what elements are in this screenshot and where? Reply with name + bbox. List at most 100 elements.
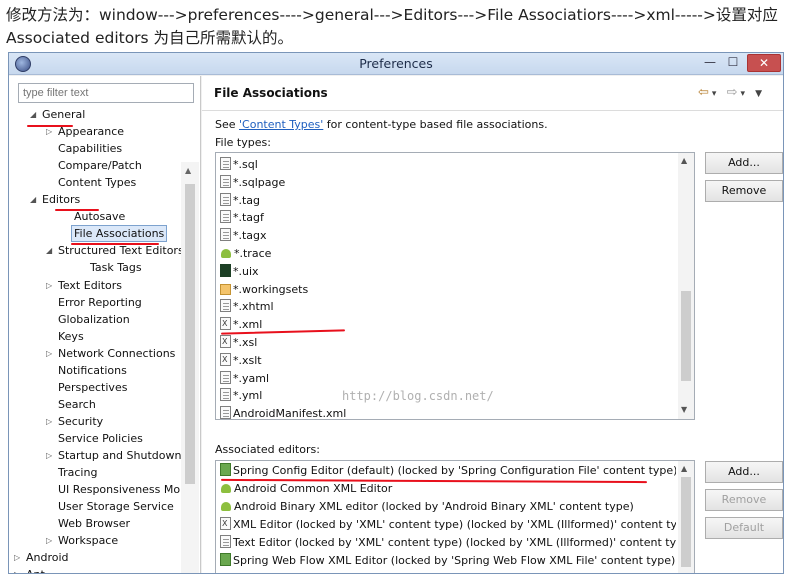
file-type-item[interactable]: *.sqlpage — [220, 174, 285, 192]
uix-file-icon — [220, 263, 231, 277]
close-button[interactable]: ✕ — [747, 54, 781, 72]
associated-editor-item[interactable]: Text Editor (locked by 'XML' content typ… — [220, 534, 676, 552]
file-type-item[interactable]: *.tagf — [220, 209, 264, 227]
tree-item[interactable]: Service Policies — [9, 430, 181, 447]
associated-editors-label: Associated editors: — [215, 443, 320, 456]
expand-arrow-icon[interactable]: ▷ — [46, 345, 56, 362]
file-type-item[interactable]: *.trace — [220, 245, 271, 263]
scroll-up-icon[interactable]: ▲ — [681, 156, 687, 165]
tree-item[interactable]: Perspectives — [9, 379, 181, 396]
tree-item-label: Android — [26, 551, 69, 565]
view-menu-icon[interactable]: ▼ — [755, 89, 765, 99]
title-divider — [202, 110, 783, 111]
maximize-button[interactable]: ☐ — [721, 54, 745, 72]
tree-item[interactable]: ▷ Workspace — [9, 532, 181, 549]
android-editor-icon — [220, 499, 232, 512]
tree-item[interactable]: Globalization — [9, 311, 181, 328]
tree-item[interactable]: ◢ Editors — [9, 191, 181, 208]
tree-item[interactable]: ▷ Android — [9, 549, 181, 566]
tree-item[interactable]: ▷ Startup and Shutdown — [9, 447, 181, 464]
tree-item-label: Workspace — [58, 534, 119, 548]
tree-item[interactable]: Notifications — [9, 362, 181, 379]
file-types-list[interactable]: ▲ ▼ *.sql *.sqlpage *.tag *.tagf *.tagx *.tra… — [215, 152, 695, 420]
tree-item[interactable]: Web Browser — [9, 515, 181, 532]
back-dropdown-icon[interactable]: ▾ — [712, 89, 720, 99]
tree-item[interactable]: Compare/Patch — [9, 157, 181, 174]
editor-remove-button[interactable]: Remove — [705, 489, 783, 511]
collapse-arrow-icon[interactable]: ◢ — [30, 191, 40, 208]
tree-item[interactable]: File Associations — [9, 225, 181, 243]
tree-item[interactable]: Keys — [9, 328, 181, 345]
collapse-arrow-icon[interactable]: ◢ — [30, 106, 40, 123]
tree-item[interactable]: ▷Ant — [9, 566, 181, 573]
content-types-link[interactable]: 'Content Types' — [239, 118, 323, 131]
tree-item[interactable]: ◢ General — [9, 106, 181, 123]
editors-scrollbar[interactable]: ▲ — [678, 461, 694, 573]
editor-label: Android Binary XML editor (locked by 'An… — [234, 500, 634, 513]
xml-file-icon — [220, 315, 231, 333]
expand-arrow-icon[interactable]: ▷ — [46, 532, 56, 549]
associated-editor-item[interactable]: Spring Config Editor (default) (locked b… — [220, 462, 676, 480]
file-type-item[interactable]: *.yml — [220, 387, 262, 405]
file-type-item[interactable]: *.xhtml — [220, 298, 274, 316]
tree-scroll-thumb[interactable] — [185, 184, 195, 484]
forward-arrow-icon[interactable]: ⇨ — [727, 85, 741, 100]
preferences-tree: ◢ General ▷ Appearance Capabilities Compare/P… — [9, 106, 181, 573]
file-type-add-button[interactable]: Add... — [705, 152, 783, 174]
file-type-item[interactable]: *.workingsets — [220, 281, 308, 299]
tree-item[interactable]: ▷ Network Connections — [9, 345, 181, 362]
tree-scrollbar[interactable]: ▲ — [181, 162, 199, 573]
tree-item[interactable]: Content Types — [9, 174, 181, 191]
file-type-item[interactable]: *.xsl — [220, 333, 258, 352]
file-type-item[interactable]: *.sql — [220, 156, 258, 174]
tree-item[interactable]: UI Responsiveness Monitoring — [9, 481, 181, 498]
doc-file-icon — [220, 406, 231, 419]
expand-arrow-icon[interactable]: ▷ — [46, 413, 56, 430]
file-types-scrollbar[interactable]: ▲ ▼ — [678, 153, 694, 419]
file-type-item[interactable]: *.yaml — [220, 370, 269, 388]
tree-item[interactable]: ▷ Text Editors — [9, 277, 181, 294]
expand-arrow-icon[interactable]: ▷ — [46, 447, 56, 464]
tree-item[interactable]: Tracing — [9, 464, 181, 481]
collapse-arrow-icon[interactable]: ◢ — [46, 242, 56, 259]
file-type-item[interactable]: *.xslt — [220, 351, 262, 370]
tree-item[interactable]: Error Reporting — [9, 294, 181, 311]
watermark: http://blog.csdn.net/ — [342, 389, 494, 403]
tree-item[interactable]: ▷ Security — [9, 413, 181, 430]
associated-editor-item[interactable]: Android Binary XML editor (locked by 'An… — [220, 498, 676, 516]
tree-item-label: Startup and Shutdown — [58, 449, 181, 462]
file-types-scroll-thumb[interactable] — [681, 291, 691, 381]
tree-item[interactable]: Capabilities — [9, 140, 181, 157]
tree-item[interactable]: User Storage Service — [9, 498, 181, 515]
scroll-down-icon[interactable]: ▼ — [681, 405, 687, 414]
hint-prefix: See — [215, 118, 240, 131]
scroll-up-icon[interactable]: ▲ — [681, 464, 687, 473]
file-type-item[interactable]: *.tag — [220, 192, 260, 210]
associated-editor-item[interactable]: Spring Web Flow XML Editor (locked by 'S… — [220, 552, 676, 570]
file-type-remove-button[interactable]: Remove — [705, 180, 783, 202]
history-navigation: ⇦▾ ⇨▾ ▼ — [698, 85, 765, 100]
file-type-item[interactable]: AndroidManifest.xml — [220, 405, 346, 419]
filter-input[interactable] — [18, 83, 194, 103]
expand-arrow-icon[interactable]: ▷ — [14, 566, 24, 573]
back-arrow-icon[interactable]: ⇦ — [698, 85, 712, 100]
tree-item[interactable]: Search — [9, 396, 181, 413]
doc-file-icon — [220, 210, 231, 224]
expand-arrow-icon[interactable]: ▷ — [46, 277, 56, 294]
file-type-label: *.tag — [233, 193, 261, 207]
default-button[interactable]: Default — [705, 517, 783, 539]
scroll-up-icon[interactable]: ▲ — [185, 166, 191, 175]
file-type-item[interactable]: *.tagx — [220, 227, 267, 245]
minimize-button[interactable]: — — [699, 54, 721, 72]
editor-add-button[interactable]: Add... — [705, 461, 783, 483]
android-editor-icon — [220, 481, 232, 494]
file-type-item[interactable]: *.uix — [220, 263, 259, 281]
file-type-label: *.xsl — [233, 336, 258, 349]
editors-scroll-thumb[interactable] — [681, 477, 691, 567]
tree-item[interactable]: Task Tags — [9, 259, 181, 276]
associated-editors-list[interactable]: ▲ Spring Config Editor (default) (locked… — [215, 460, 695, 573]
forward-dropdown-icon[interactable]: ▾ — [740, 89, 748, 99]
file-type-label: *.xml — [233, 318, 263, 332]
expand-arrow-icon[interactable]: ▷ — [14, 549, 24, 566]
associated-editor-item[interactable]: XML Editor (locked by 'XML' content type… — [220, 516, 676, 534]
